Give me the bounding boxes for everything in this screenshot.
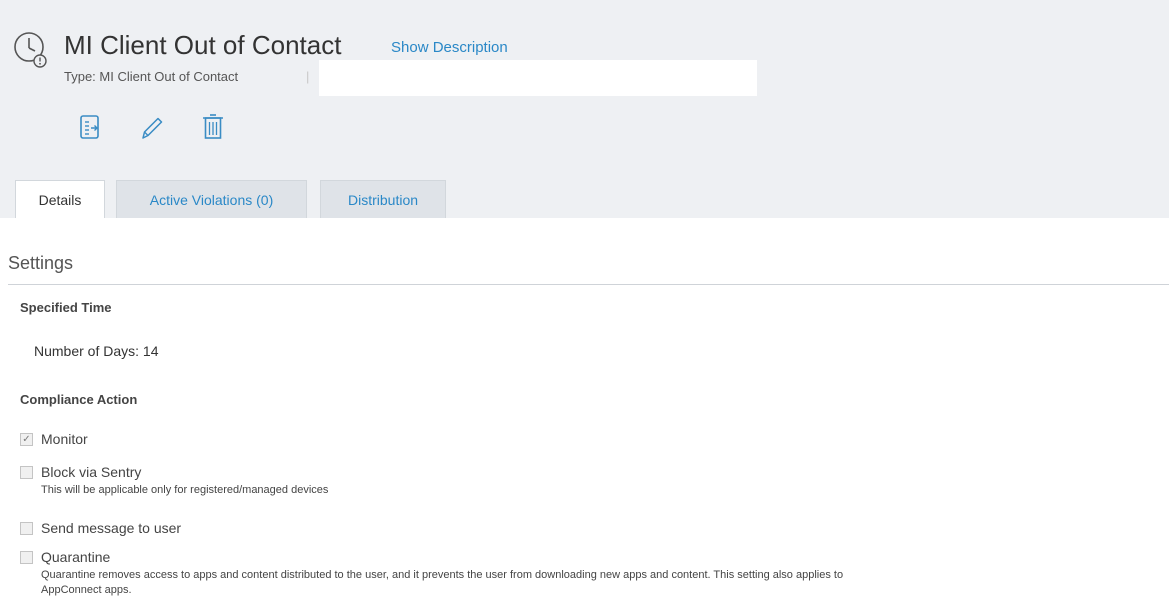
delete-button[interactable] — [200, 112, 226, 142]
page-title: MI Client Out of Contact — [64, 30, 342, 60]
tab-distribution[interactable]: Distribution — [320, 180, 446, 218]
settings-heading: Settings — [8, 253, 74, 273]
send-message-checkbox[interactable] — [20, 522, 33, 535]
edit-button[interactable] — [138, 112, 164, 142]
block-via-sentry-note: This will be applicable only for registe… — [41, 484, 329, 496]
document-copy-icon — [80, 115, 99, 139]
pencil-icon — [142, 117, 163, 139]
trash-icon — [203, 114, 223, 139]
quarantine-checkbox[interactable] — [20, 551, 33, 564]
compliance-action-label: Compliance Action — [20, 392, 138, 407]
block-via-sentry-label: Block via Sentry — [41, 464, 142, 480]
policy-type-input[interactable] — [319, 60, 757, 96]
type-separator: | — [306, 69, 310, 84]
copy-policy-button[interactable] — [77, 112, 103, 142]
settings-divider — [8, 284, 1169, 285]
tab-details[interactable]: Details — [15, 180, 105, 218]
quarantine-note: Quarantine removes access to apps and co… — [41, 569, 844, 581]
monitor-label: Monitor — [41, 431, 88, 447]
number-of-days-text: Number of Days: 14 — [34, 343, 159, 359]
quarantine-note-line2: AppConnect apps. — [41, 584, 132, 596]
show-description-link[interactable]: Show Description — [391, 39, 508, 56]
clock-alert-icon — [14, 32, 47, 68]
monitor-checkbox[interactable]: ✓ — [20, 433, 33, 446]
specified-time-label: Specified Time — [20, 300, 112, 315]
tab-active-violations[interactable]: Active Violations (0) — [116, 180, 307, 218]
send-message-label: Send message to user — [41, 520, 182, 536]
policy-header: MI Client Out of Contact Show Descriptio… — [0, 0, 1169, 218]
policy-type-label: Type: MI Client Out of Contact — [64, 69, 239, 84]
quarantine-label: Quarantine — [41, 549, 111, 565]
block-via-sentry-checkbox[interactable] — [20, 466, 33, 479]
